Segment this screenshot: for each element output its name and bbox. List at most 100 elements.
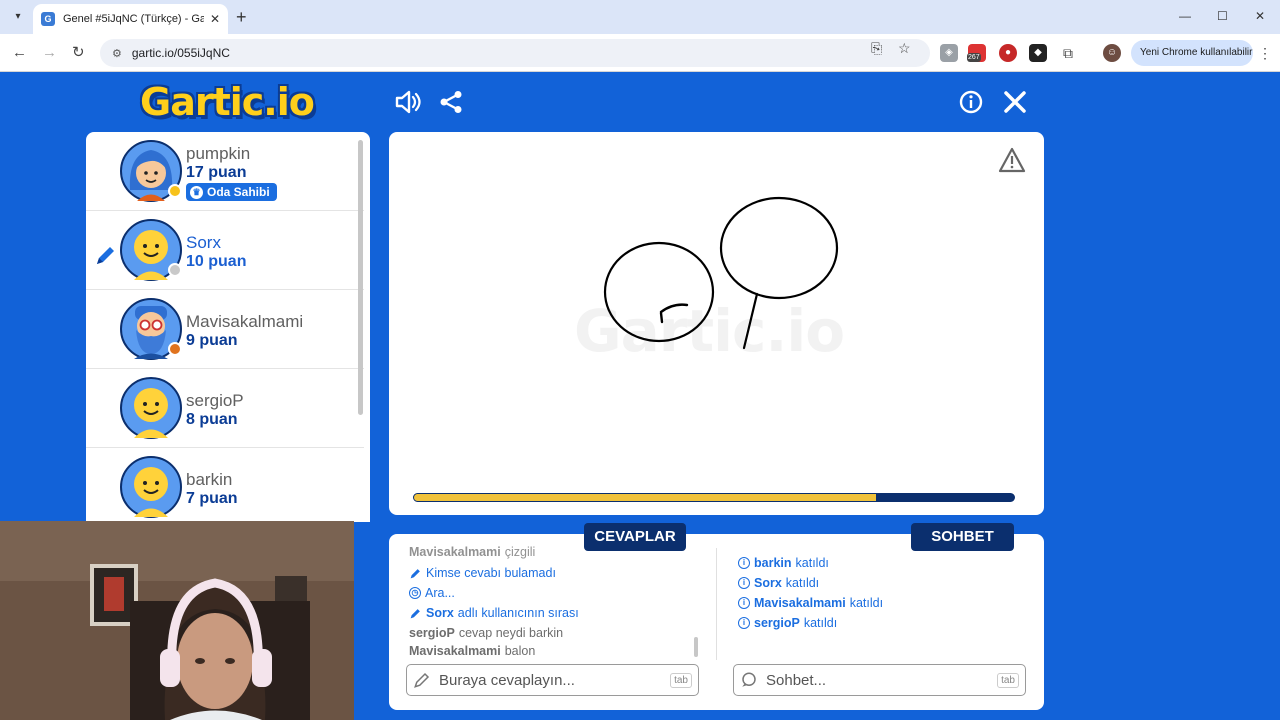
player-row[interactable]: pumpkin 17 puan ♛ Oda Sahibi bbox=[86, 132, 364, 211]
player-score: 10 puan bbox=[186, 253, 247, 270]
player-row[interactable]: Mavisakalmami 9 puan bbox=[86, 290, 364, 369]
profile-avatar-icon[interactable]: ☺ bbox=[1103, 44, 1121, 62]
window-close-icon[interactable]: ✕ bbox=[1255, 9, 1265, 23]
webcam-overlay bbox=[0, 521, 354, 720]
answer-text: balon bbox=[504, 644, 536, 658]
player-score: 17 puan bbox=[186, 164, 247, 181]
player-name: barkin bbox=[186, 470, 233, 489]
url-text: gartic.io/055iJqNC bbox=[131, 46, 230, 60]
chrome-update-pill[interactable]: Yeni Chrome kullanılabilir bbox=[1131, 40, 1253, 66]
new-tab-plus-icon[interactable]: + bbox=[236, 7, 247, 27]
adblock-extension-icon[interactable]: 267 bbox=[967, 44, 986, 62]
extensions-puzzle-icon[interactable]: ⧉ bbox=[1059, 44, 1077, 62]
tab-shortcut-hint: tab bbox=[997, 672, 1019, 688]
answers-scrollbar[interactable] bbox=[694, 637, 698, 657]
answer-line: Kimse cevabı bulamadı bbox=[409, 566, 556, 580]
chat-text: katıldı bbox=[803, 616, 838, 630]
tab-close-icon[interactable]: ✕ bbox=[210, 12, 220, 26]
maximize-icon[interactable]: ☐ bbox=[1217, 9, 1228, 23]
address-bar-row: ← → ↻ ⚙ gartic.io/055iJqNC ⎘ ☆ bbox=[0, 34, 1280, 72]
sound-icon[interactable] bbox=[394, 88, 422, 116]
install-app-icon[interactable]: ⎘ bbox=[871, 40, 882, 57]
pencil-icon bbox=[414, 672, 430, 688]
chat-user: sergioP bbox=[754, 616, 800, 630]
crown-icon: ♛ bbox=[190, 185, 203, 199]
answer-line: Sorx adlı kullanıcının sırası bbox=[409, 606, 579, 620]
extension-badge: 267 bbox=[967, 53, 981, 62]
player-score: 8 puan bbox=[186, 411, 238, 428]
reload-icon[interactable]: ↻ bbox=[72, 44, 85, 62]
answer-text: Kimse cevabı bulamadı bbox=[426, 566, 556, 580]
chrome-menu-icon[interactable]: ⋮ bbox=[1256, 44, 1274, 62]
bookmark-star-icon[interactable]: ☆ bbox=[898, 40, 911, 57]
tab-search-chevron-icon[interactable]: ▾ bbox=[8, 7, 28, 27]
chat-text: katıldı bbox=[785, 576, 820, 590]
chat-line: i barkin katıldı bbox=[738, 556, 829, 570]
answer-user: Sorx bbox=[426, 606, 454, 620]
status-dot bbox=[168, 342, 182, 356]
panel-divider bbox=[716, 548, 717, 660]
site-settings-icon[interactable]: ⚙ bbox=[112, 47, 122, 60]
answer-line: Mavisakalmami balon bbox=[409, 644, 535, 658]
player-row[interactable]: barkin 7 puan bbox=[86, 448, 364, 522]
back-arrow-icon[interactable]: ← bbox=[12, 44, 27, 62]
chat-text: katıldı bbox=[849, 596, 884, 610]
drawing-board[interactable]: Gartic.io bbox=[389, 132, 1044, 515]
chat-line: i Sorx katıldı bbox=[738, 576, 819, 590]
player-name: Sorx bbox=[186, 233, 221, 252]
answer-line: sergioP cevap neydi barkin bbox=[409, 626, 563, 640]
player-name: sergioP bbox=[186, 391, 244, 410]
player-row[interactable]: Sorx 10 puan bbox=[86, 211, 364, 290]
browser-tab-bar: ▾ G Genel #5iJqNC (Türkçe) - Gartic.io ✕… bbox=[0, 0, 1280, 34]
status-dot bbox=[168, 184, 182, 198]
record-extension-icon[interactable]: ● bbox=[999, 44, 1017, 62]
browser-tab[interactable]: G Genel #5iJqNC (Türkçe) - Gartic.io ✕ bbox=[33, 4, 228, 34]
share-icon[interactable] bbox=[437, 88, 465, 116]
player-row[interactable]: sergioP 8 puan bbox=[86, 369, 364, 448]
chat-text: katıldı bbox=[795, 556, 829, 570]
players-scrollbar[interactable] bbox=[358, 140, 363, 415]
omnibox[interactable]: ⚙ gartic.io/055iJqNC bbox=[100, 39, 930, 67]
webcam-feed-image bbox=[0, 521, 354, 720]
chat-line: i sergioP katıldı bbox=[738, 616, 837, 630]
chat-tab-button[interactable]: SOHBET bbox=[911, 523, 1014, 551]
owner-badge-label: Oda Sahibi bbox=[207, 185, 270, 199]
player-name: pumpkin bbox=[186, 144, 251, 163]
shield-extension-icon[interactable]: ◈ bbox=[940, 44, 958, 62]
status-dot bbox=[168, 263, 182, 277]
minimize-icon[interactable]: — bbox=[1179, 9, 1191, 23]
answer-user: Mavisakalmami bbox=[409, 644, 501, 658]
round-timer-bar bbox=[413, 493, 1015, 502]
gartic-favicon-icon: G bbox=[41, 12, 55, 26]
chat-line: i Mavisakalmami katıldı bbox=[738, 596, 883, 610]
clock-icon: ◷ bbox=[409, 587, 421, 599]
exit-close-icon[interactable] bbox=[1001, 88, 1029, 116]
round-timer-fill bbox=[414, 494, 876, 501]
info-circle-icon: i bbox=[738, 577, 750, 589]
smiley-avatar-icon bbox=[120, 456, 182, 518]
report-warning-icon[interactable] bbox=[998, 147, 1026, 173]
pencil-icon bbox=[410, 568, 420, 578]
player-drawing bbox=[603, 196, 839, 350]
media-extension-icon[interactable]: ◆ bbox=[1029, 44, 1047, 62]
player-score: 7 puan bbox=[186, 490, 238, 507]
chrome-update-label: Yeni Chrome kullanılabilir bbox=[1140, 47, 1253, 58]
chat-user: Mavisakalmami bbox=[754, 596, 846, 610]
chat-input-box[interactable]: tab bbox=[733, 664, 1026, 696]
chat-input[interactable] bbox=[766, 671, 994, 689]
room-owner-badge: ♛ Oda Sahibi bbox=[186, 183, 277, 201]
forward-arrow-icon[interactable]: → bbox=[42, 44, 57, 62]
answer-text: cevap neydi barkin bbox=[458, 626, 564, 640]
info-icon[interactable] bbox=[957, 88, 985, 116]
tab-title: Genel #5iJqNC (Türkçe) - Gartic.io bbox=[63, 13, 204, 25]
gartic-logo[interactable]: Gartic.io bbox=[140, 80, 315, 124]
chat-user: barkin bbox=[754, 556, 792, 570]
info-circle-icon: i bbox=[738, 557, 750, 569]
answer-input[interactable] bbox=[439, 671, 667, 689]
tab-shortcut-hint: tab bbox=[670, 672, 692, 688]
answer-text: çizgili bbox=[504, 546, 536, 559]
answer-line: ◷ Ara... bbox=[409, 586, 455, 600]
answer-input-box[interactable]: tab bbox=[406, 664, 699, 696]
answers-log: Mavisakalmami çizgili Kimse cevabı bulam… bbox=[409, 546, 689, 662]
answer-text: adlı kullanıcının sırası bbox=[457, 606, 579, 620]
